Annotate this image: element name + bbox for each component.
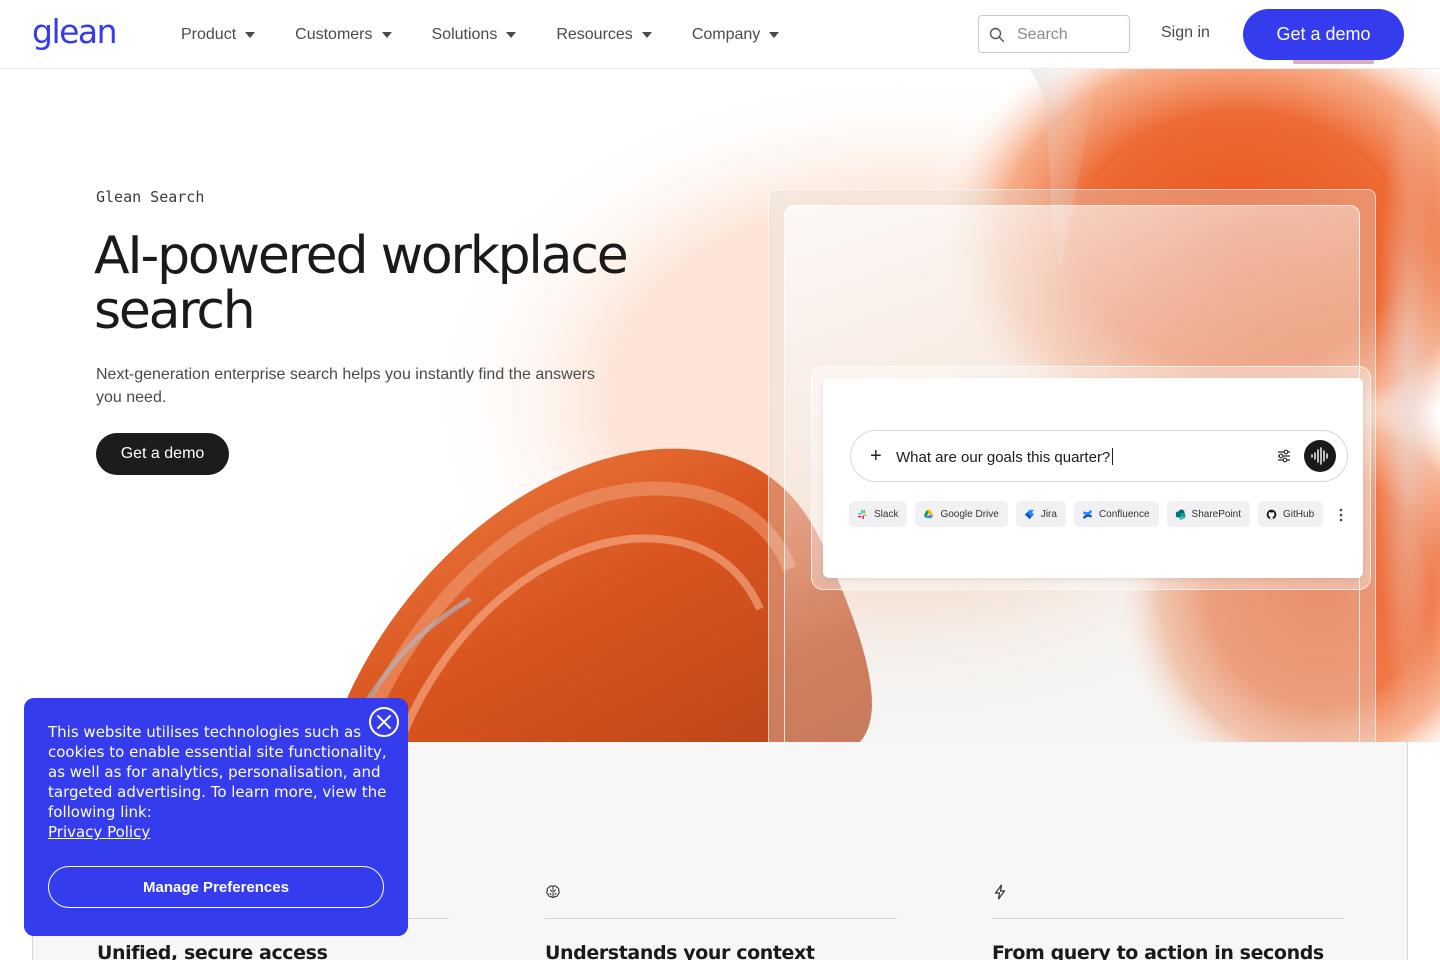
chevron-down-icon <box>641 31 652 38</box>
sign-in-link[interactable]: Sign in <box>1161 24 1210 42</box>
main-menu: Product Customers Solutions Resources Co… <box>181 0 819 69</box>
chip-slack-label: Slack <box>874 508 899 520</box>
menu-resources-label: Resources <box>556 25 633 43</box>
feature-title: Understands your context <box>545 942 815 960</box>
sharepoint-icon <box>1175 508 1186 520</box>
privacy-policy-link[interactable]: Privacy Policy <box>48 822 388 842</box>
menu-solutions-label: Solutions <box>431 25 498 43</box>
lightning-icon <box>994 884 1006 900</box>
slack-icon <box>857 509 868 519</box>
filter-sliders-icon[interactable] <box>1276 448 1292 464</box>
feature-divider <box>545 918 897 919</box>
cookie-text: This website utilises technologies such … <box>48 723 387 821</box>
confluence-icon <box>1082 509 1093 519</box>
close-icon <box>377 715 391 729</box>
hero-headline: AI-powered workplace search <box>94 226 629 341</box>
chip-confluence-label: Confluence <box>1098 508 1150 520</box>
menu-customers[interactable]: Customers <box>295 25 392 44</box>
site-search[interactable] <box>978 15 1130 53</box>
plus-icon[interactable]: + <box>870 446 882 466</box>
jira-icon <box>1024 509 1034 519</box>
chip-google-drive-label: Google Drive <box>940 508 999 520</box>
menu-company[interactable]: Company <box>691 25 780 44</box>
mock-search-query: What are our goals this quarter? <box>896 448 1113 466</box>
hero-get-demo-button[interactable]: Get a demo <box>96 433 229 475</box>
chip-confluence[interactable]: Confluence <box>1073 501 1159 527</box>
chip-sharepoint-label: SharePoint <box>1191 508 1242 520</box>
cookie-close-button[interactable] <box>369 707 399 737</box>
cookie-banner: This website utilises technologies such … <box>24 698 408 936</box>
chevron-down-icon <box>381 31 392 38</box>
chevron-down-icon <box>245 31 256 38</box>
menu-product[interactable]: Product <box>181 25 256 44</box>
cookie-message: This website utilises technologies such … <box>48 722 388 842</box>
waveform-icon <box>1311 447 1328 465</box>
menu-resources[interactable]: Resources <box>556 25 652 44</box>
chip-jira[interactable]: Jira <box>1015 501 1066 527</box>
voice-input-button[interactable] <box>1304 440 1336 472</box>
menu-product-label: Product <box>181 25 237 43</box>
chip-google-drive[interactable]: Google Drive <box>915 501 1008 527</box>
manage-preferences-button[interactable]: Manage Preferences <box>48 866 384 908</box>
github-icon <box>1266 509 1277 519</box>
logo-text: glean <box>32 14 116 51</box>
hero-eyebrow: Glean Search <box>96 188 205 206</box>
chevron-down-icon <box>506 31 517 38</box>
chevron-down-icon <box>769 31 780 38</box>
menu-solutions[interactable]: Solutions <box>432 26 517 44</box>
brain-icon <box>546 885 560 898</box>
hero-subheading: Next-generation enterprise search helps … <box>96 366 595 406</box>
menu-customers-label: Customers <box>295 25 373 43</box>
chip-slack[interactable]: Slack <box>849 501 908 527</box>
feature-divider <box>992 918 1344 919</box>
chip-github[interactable]: GitHub <box>1258 501 1324 527</box>
chip-jira-label: Jira <box>1040 508 1057 520</box>
search-input[interactable] <box>1017 23 1122 47</box>
search-icon <box>989 27 1005 43</box>
feature-title: Unified, secure access <box>97 942 328 960</box>
more-options-icon[interactable] <box>1335 507 1347 523</box>
google-drive-icon <box>924 509 934 518</box>
glean-logo[interactable]: glean <box>32 14 124 54</box>
top-navigation: glean Product Customers Solutions Resour… <box>0 0 1440 69</box>
chip-sharepoint[interactable]: SharePoint <box>1166 501 1251 527</box>
source-chips: Slack Google Drive Jira Confluence Share… <box>849 501 1331 527</box>
get-demo-button[interactable]: Get a demo <box>1243 9 1404 60</box>
menu-company-label: Company <box>691 25 761 43</box>
chip-github-label: GitHub <box>1283 508 1315 520</box>
feature-title: From query to action in seconds <box>992 942 1324 960</box>
